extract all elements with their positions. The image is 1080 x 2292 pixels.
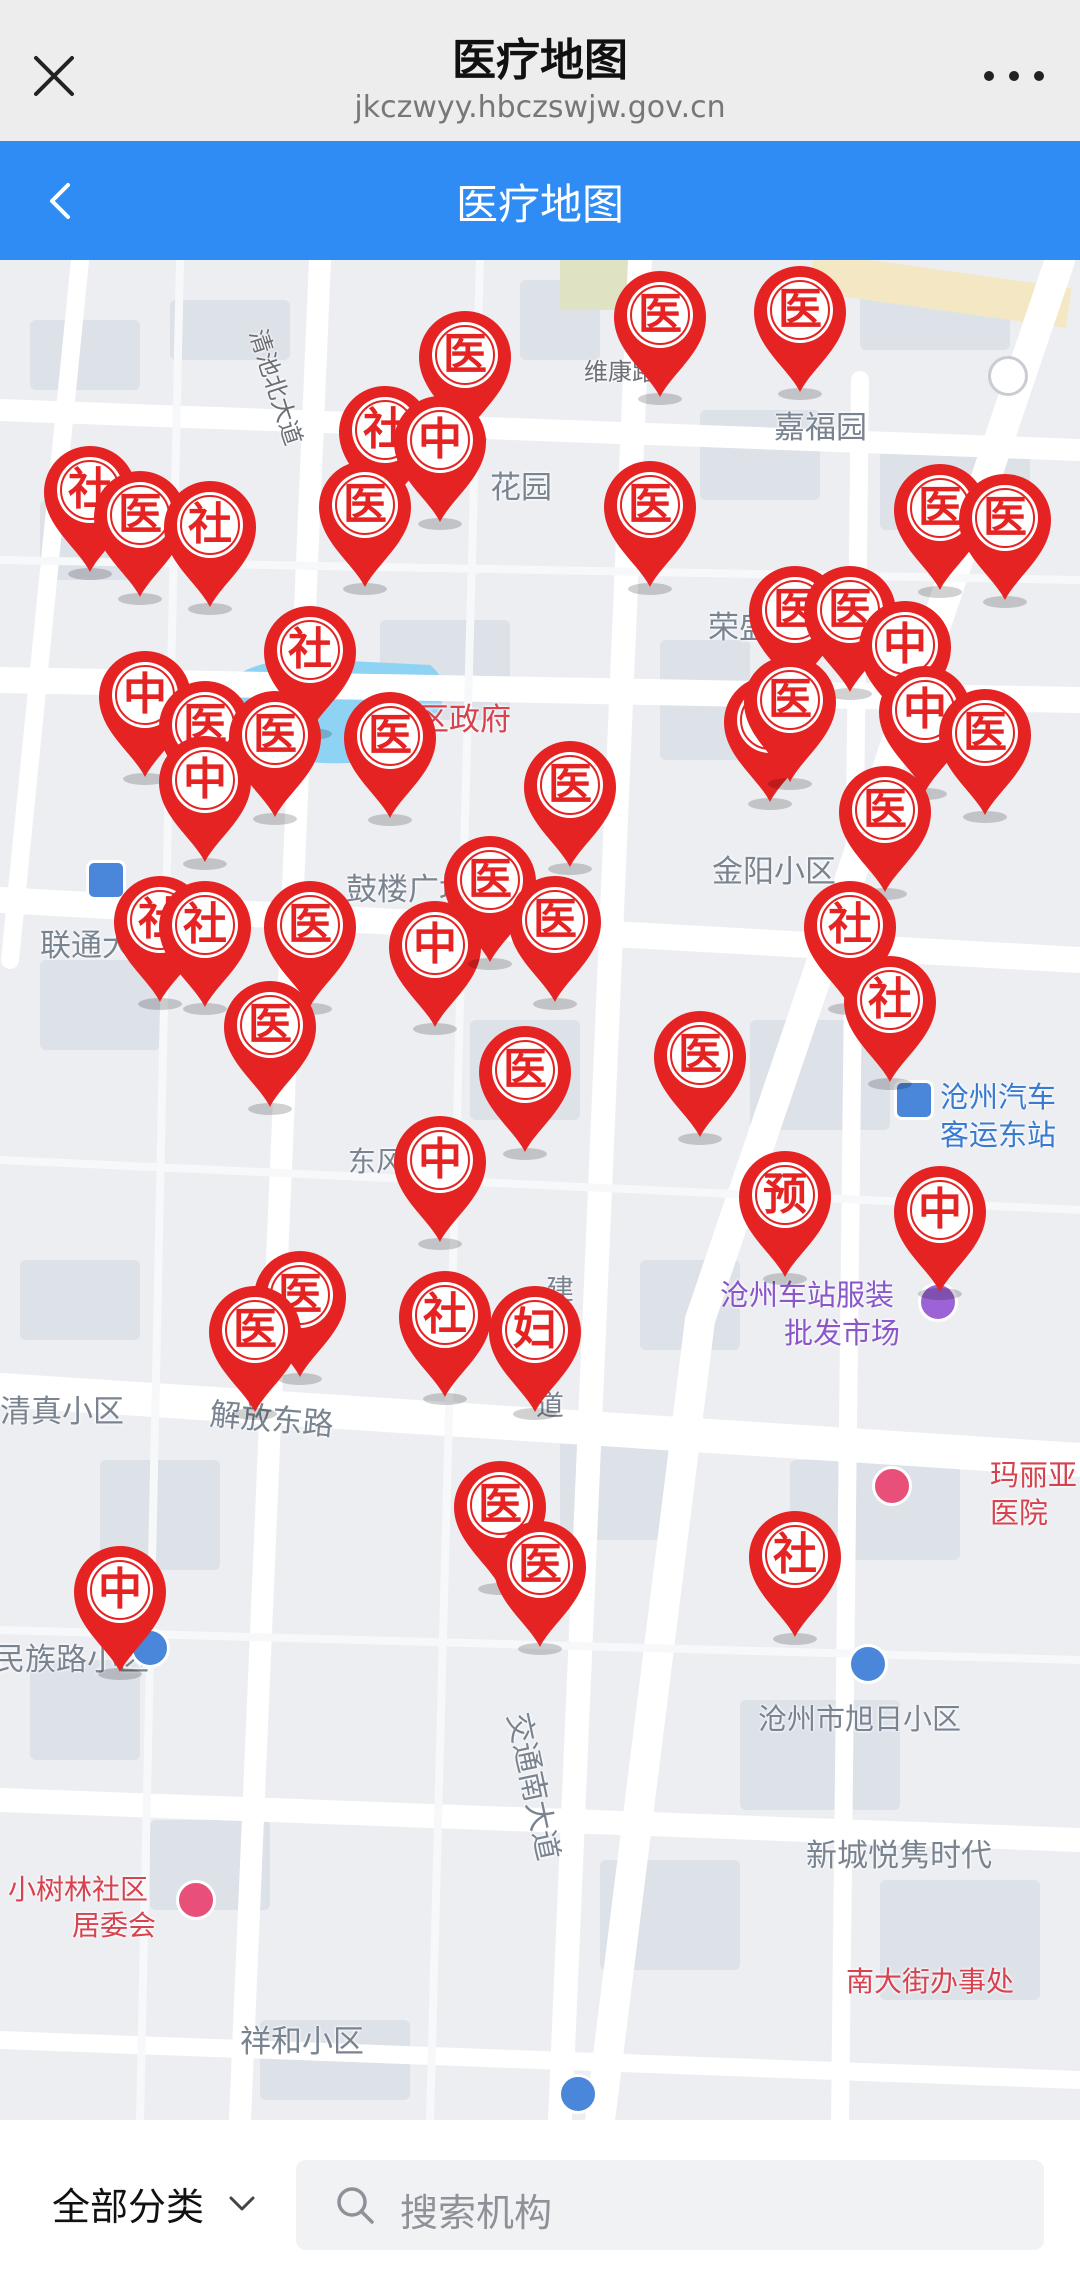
marker-label: 医 [518,1539,562,1590]
marker-label: 医 [503,1044,547,1095]
map-marker[interactable]: 社 [743,1505,847,1655]
map-label-xincheng: 新城悦隽时代 [806,1838,992,1874]
page-header: 医疗地图 [0,141,1080,260]
bottom-search-bar: 全部分类 搜索机构 [0,2120,1080,2292]
map-marker[interactable]: 医 [338,686,442,836]
map-label-clothing-market-2: 批发市场 [784,1316,901,1350]
map-marker[interactable]: 医 [953,468,1057,618]
marker-label: 医 [288,899,332,950]
residential-icon [848,1644,888,1684]
residential-icon [558,2074,598,2114]
marker-label: 医 [368,710,412,761]
search-input[interactable]: 搜索机构 [400,2182,552,2237]
map-label-bus-station-2: 客运东站 [940,1118,1057,1152]
marker-label: 医 [533,894,577,945]
map-marker[interactable]: 医 [203,1280,307,1430]
map-marker[interactable]: 社 [838,950,942,1100]
metro-icon [988,356,1028,396]
map-marker[interactable]: 医 [748,260,852,410]
map-label-xiaoshulin-1: 小树林社区 [8,1873,149,1906]
map-label-xiaoshulin-2: 居委会 [72,1909,157,1942]
search-icon [337,2187,374,2224]
chevron-down-icon [229,2196,255,2210]
marker-label: 医 [343,479,387,530]
hospital-poi-icon [872,1466,912,1506]
marker-label: 社 [183,899,227,950]
marker-label: 医 [863,784,907,835]
medical-map[interactable]: 嘉福园 花园 新华区政府 荣盛丽水花苑 金阳小区 鼓楼广场 联通大厦 沧州汽车 … [0,260,1080,2120]
marker-label: 医 [233,1304,277,1355]
marker-label: 医 [678,1029,722,1080]
map-marker[interactable]: 医 [313,455,417,605]
map-marker[interactable]: 妇 [483,1280,587,1430]
map-marker[interactable]: 社 [393,1265,497,1415]
map-label-xianghe: 祥和小区 [240,2024,364,2060]
map-label-huayuan: 花园 [490,470,552,506]
map-marker[interactable]: 预 [733,1145,837,1295]
map-marker[interactable]: 中 [388,1110,492,1260]
marker-label: 医 [638,289,682,340]
category-label: 全部分类 [52,2185,205,2229]
search-box[interactable]: 搜索机构 [296,2160,1044,2250]
map-marker[interactable]: 医 [738,650,842,800]
map-marker[interactable]: 中 [153,730,257,880]
map-marker[interactable]: 医 [503,870,607,1020]
browser-top-bar: 医疗地图 jkczwyy.hbczswjw.gov.cn [0,0,1080,141]
marker-label: 社 [423,1289,467,1340]
marker-label: 预 [763,1169,807,1220]
marker-label: 社 [828,899,872,950]
map-marker[interactable]: 中 [68,1540,172,1690]
marker-label: 医 [983,492,1027,543]
marker-label: 社 [773,1529,817,1580]
marker-label: 医 [963,707,1007,758]
map-marker[interactable]: 中 [888,1160,992,1310]
map-label-nandajie: 南大街办事处 [846,1965,1015,1998]
map-label-bus-station-1: 沧州汽车 [940,1080,1057,1114]
marker-label: 社 [868,974,912,1025]
marker-label: 社 [288,624,332,675]
map-marker[interactable]: 医 [933,683,1037,833]
marker-label: 中 [98,1564,142,1615]
map-label-xuri: 沧州市旭日小区 [758,1702,962,1736]
marker-label: 妇 [513,1304,557,1355]
marker-label: 医 [778,284,822,335]
marker-label: 医 [768,674,812,725]
marker-label: 中 [418,1134,462,1185]
more-options-icon[interactable] [984,56,1044,96]
category-dropdown[interactable]: 全部分类 [52,2176,256,2231]
marker-label: 中 [918,1184,962,1235]
map-marker[interactable]: 医 [598,455,702,605]
marker-label: 社 [188,499,232,550]
window-url: jkczwyy.hbczswjw.gov.cn [354,90,726,125]
map-label-qingzhen: 清真小区 [0,1394,124,1430]
marker-label: 医 [248,999,292,1050]
marker-label: 医 [628,479,672,530]
community-star-icon [176,1880,216,1920]
map-marker[interactable]: 医 [648,1005,752,1155]
map-label-maria-1: 玛丽亚 [990,1458,1078,1492]
marker-label: 中 [183,754,227,805]
window-title: 医疗地图 [452,35,628,86]
marker-label: 医 [548,759,592,810]
map-marker[interactable]: 社 [158,475,262,625]
marker-label: 医 [443,329,487,380]
map-marker[interactable]: 医 [608,265,712,415]
page-title: 医疗地图 [455,180,624,229]
map-label-maria-2: 医院 [990,1496,1049,1530]
map-marker[interactable]: 医 [488,1515,592,1665]
map-marker[interactable]: 医 [218,975,322,1125]
